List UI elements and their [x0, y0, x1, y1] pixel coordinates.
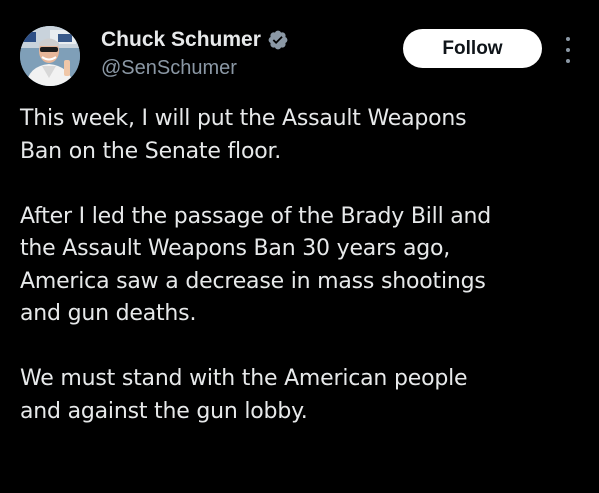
follow-button[interactable]: Follow: [403, 29, 542, 68]
more-vertical-icon[interactable]: [560, 37, 576, 63]
tweet-line: We must stand with the American people: [20, 366, 468, 391]
tweet-card: Chuck Schumer @SenSchumer Follow This we…: [0, 0, 599, 493]
tweet-line: This week, I will put the Assault Weapon…: [20, 106, 467, 131]
author-name-row: Chuck Schumer: [101, 27, 289, 53]
tweet-line: and gun deaths.: [20, 301, 197, 326]
tweet-text: This week, I will put the Assault Weapon…: [20, 103, 590, 428]
tweet-line: America saw a decrease in mass shootings: [20, 268, 486, 294]
tweet-line: After I led the passage of the Brady Bil…: [20, 203, 492, 229]
tweet-line: and against the gun lobby.: [20, 398, 308, 424]
tweet-paragraph: This week, I will put the Assault Weapon…: [20, 103, 590, 168]
tweet-paragraph: After I led the passage of the Brady Bil…: [20, 201, 590, 331]
avatar[interactable]: [20, 26, 80, 86]
avatar-photo: [20, 26, 80, 86]
author-handle[interactable]: @SenSchumer: [101, 56, 237, 80]
author-display-name[interactable]: Chuck Schumer: [101, 27, 261, 53]
verified-badge-icon: [267, 29, 289, 51]
more-dot: [566, 59, 570, 63]
more-dot: [566, 37, 570, 41]
tweet-paragraph: We must stand with the American people a…: [20, 363, 590, 428]
tweet-line: Ban on the Senate floor.: [20, 138, 282, 164]
tweet-line: the Assault Weapons Ban 30 years ago,: [20, 236, 451, 261]
more-dot: [566, 48, 570, 52]
